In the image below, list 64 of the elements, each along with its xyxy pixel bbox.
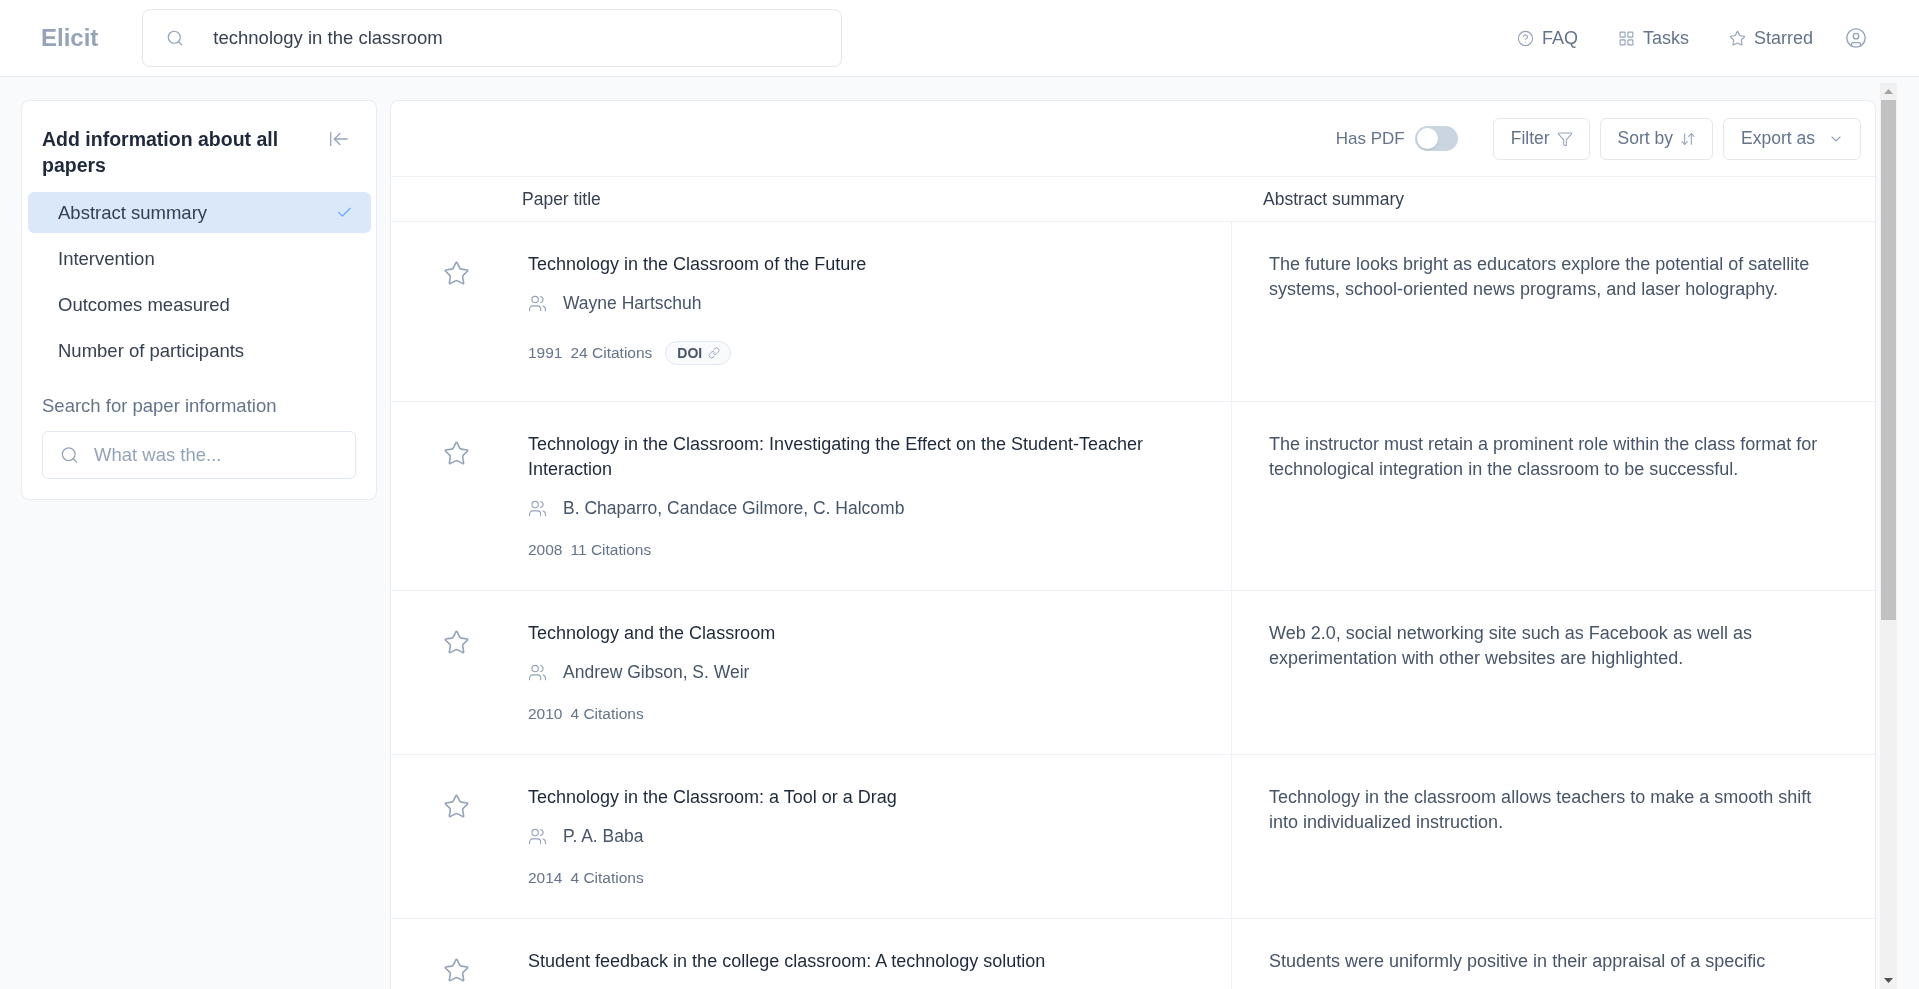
- account-button[interactable]: [1845, 27, 1867, 49]
- scrollbar-thumb[interactable]: [1881, 100, 1896, 620]
- sidebar-title: Add information about all papers: [42, 127, 280, 178]
- search-field[interactable]: technology in the classroom: [142, 9, 843, 67]
- abstract-summary: The instructor must retain a prominent role within the class format for technological integration in the classroom to be successful.: [1269, 433, 1819, 481]
- citation-count: 4 Citations: [570, 868, 644, 888]
- sort-icon: [1680, 130, 1697, 147]
- nav-link[interactable]: Tasks: [1617, 27, 1689, 49]
- star-icon[interactable]: [443, 957, 470, 984]
- star-icon[interactable]: [443, 629, 470, 656]
- paper-title[interactable]: Technology in the Classroom: Investigating the Effect on the Student-Teacher Interaction: [528, 432, 1191, 482]
- doi-link[interactable]: DOI: [665, 341, 732, 365]
- nav-link[interactable]: FAQ: [1516, 27, 1578, 49]
- paper-year: 2010: [528, 704, 563, 724]
- scroll-down-arrow-icon[interactable]: [1884, 978, 1893, 983]
- app-logo: Elicit: [41, 23, 99, 53]
- filter-icon: [1556, 130, 1573, 147]
- star-icon[interactable]: [443, 440, 470, 467]
- star-icon: [1728, 29, 1746, 47]
- users-icon: [528, 827, 547, 846]
- sidebar-item[interactable]: Abstract summary: [28, 192, 371, 233]
- abstract-summary: Students were uniformly positive in their appraisal of a specific: [1269, 950, 1767, 973]
- scroll-up-arrow-icon[interactable]: [1884, 89, 1893, 94]
- paper-title[interactable]: Technology in the Classroom: a Tool or a Drag: [528, 785, 897, 810]
- star-icon[interactable]: [443, 793, 470, 820]
- link-icon: [708, 347, 721, 359]
- paper-authors: Wayne Hartschuh: [563, 292, 702, 315]
- star-icon[interactable]: [443, 260, 470, 287]
- paper-authors: P. A. Baba: [563, 825, 644, 848]
- search-icon: [60, 445, 79, 465]
- has-pdf-label: Has PDF: [1335, 128, 1405, 149]
- grid-icon: [1617, 29, 1635, 47]
- sidebar-item[interactable]: Intervention: [28, 238, 371, 279]
- paper-authors: Andrew Gibson, S. Weir: [563, 661, 750, 684]
- user-icon: [1845, 27, 1867, 49]
- paper-year: 1991: [528, 343, 563, 363]
- users-icon: [528, 499, 547, 518]
- users-icon: [528, 663, 547, 682]
- citation-count: 4 Citations: [570, 704, 644, 724]
- sort-button[interactable]: Sort by: [1599, 117, 1714, 160]
- abstract-summary: The future looks bright as educators explore the potential of satellite systems, school-oriented news programs, and laser holography.: [1269, 253, 1811, 301]
- users-icon: [528, 294, 547, 313]
- help-icon: [1516, 29, 1534, 47]
- nav-link[interactable]: Starred: [1728, 27, 1813, 49]
- sidebar-item[interactable]: Number of participants: [28, 330, 371, 371]
- abstract-summary: Technology in the classroom allows teachers to make a smooth shift into individualized instruction.: [1269, 786, 1813, 834]
- paper-search-field[interactable]: What was the...: [42, 431, 356, 479]
- search-label: Search for paper information: [42, 394, 278, 418]
- citation-count: 24 Citations: [570, 343, 653, 363]
- export-button[interactable]: Export as: [1723, 117, 1861, 160]
- paper-year: 2014: [528, 868, 563, 888]
- paper-title[interactable]: Technology in the Classroom of the Future: [528, 252, 867, 277]
- abstract-summary: Web 2.0, social networking site such as Facebook as well as experimentation with other websites are highlighted.: [1269, 622, 1753, 670]
- citation-count: 11 Citations: [570, 540, 652, 560]
- paper-title[interactable]: Technology and the Classroom: [528, 621, 776, 646]
- paper-title[interactable]: Student feedback in the college classroom: A technology solution: [528, 949, 1046, 974]
- column-header: Abstract summary: [1262, 188, 1405, 211]
- filter-button[interactable]: Filter: [1492, 117, 1590, 160]
- column-header: Paper title: [521, 188, 602, 211]
- sidebar-item[interactable]: Outcomes measured: [28, 284, 371, 325]
- paper-authors: B. Chaparro, Candace Gilmore, C. Halcomb: [563, 497, 905, 520]
- search-icon: [166, 29, 185, 47]
- paper-year: 2008: [528, 540, 563, 560]
- toggle-switch[interactable]: [1414, 126, 1458, 151]
